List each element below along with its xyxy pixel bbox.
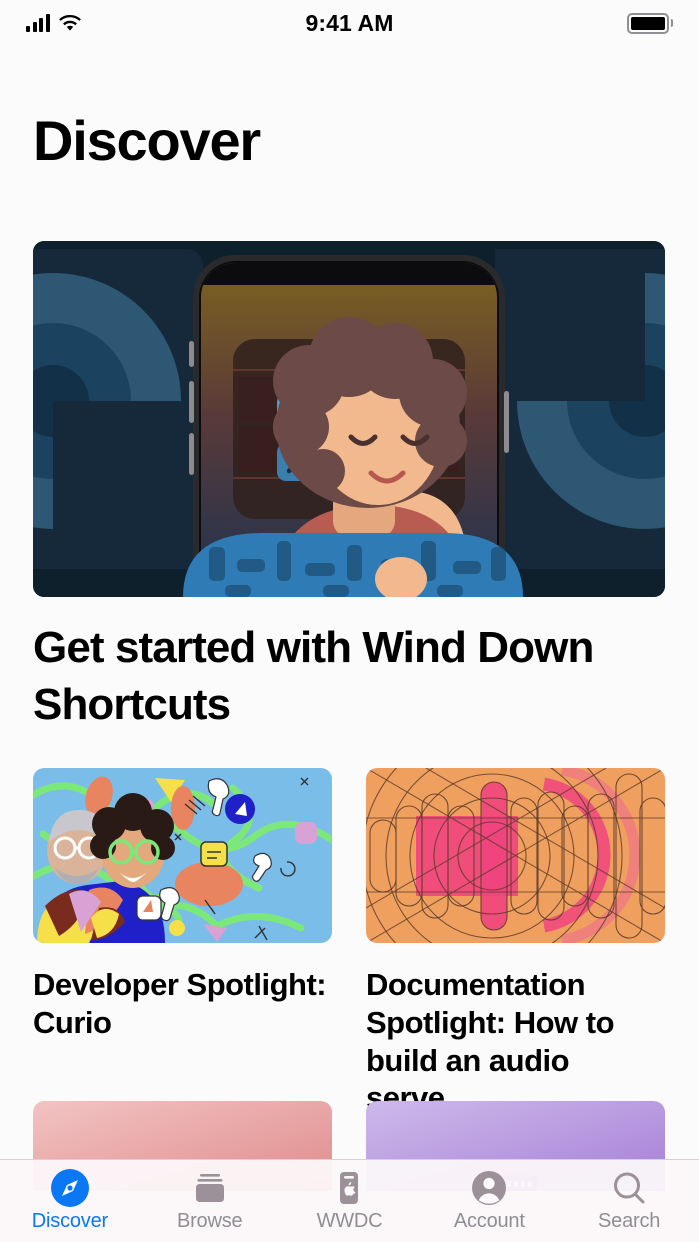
tab-wwdc[interactable]: WWDC	[280, 1160, 420, 1233]
status-bar-clock: 9:41 AM	[305, 9, 394, 36]
magnifier-icon	[609, 1169, 649, 1207]
tab-discover[interactable]: Discover	[0, 1160, 140, 1233]
card-documentation-spotlight[interactable]: Documentation Spotlight: How to build an…	[366, 768, 665, 1117]
tab-bar: Discover Browse WWDC Account Search	[0, 1159, 699, 1242]
tab-label: WWDC	[316, 1210, 383, 1232]
discover-feed: Get started with Wind Down Shortcuts Dev…	[0, 241, 699, 1191]
card-grid: Developer Spotlight: Curio Documentation…	[33, 768, 665, 1117]
page-title: Discover	[33, 109, 261, 172]
documents-stack-icon	[190, 1169, 230, 1207]
compass-icon	[50, 1169, 90, 1207]
tab-search[interactable]: Search	[559, 1160, 699, 1233]
tab-label: Discover	[31, 1210, 108, 1232]
wind-down-shortcuts-illustration	[33, 241, 665, 597]
card-title: Developer Spotlight: Curio	[33, 967, 327, 1040]
hero-card[interactable]	[33, 241, 665, 597]
curio-developer-collage	[33, 768, 332, 943]
hero-title[interactable]: Get started with Wind Down Shortcuts	[33, 619, 633, 733]
tab-account[interactable]: Account	[419, 1160, 559, 1233]
tab-label: Search	[598, 1210, 661, 1232]
status-bar: 9:41 AM	[0, 0, 699, 46]
apple-badge-icon	[329, 1169, 369, 1207]
card-title: Documentation Spotlight: How to build an…	[366, 967, 615, 1116]
app-screen: 9:41 AM Discover Get started with Wind D…	[0, 0, 699, 1242]
tab-label: Browse	[176, 1210, 243, 1232]
tab-label: Account	[453, 1210, 525, 1232]
tab-browse[interactable]: Browse	[140, 1160, 280, 1233]
person-circle-icon	[469, 1169, 509, 1207]
audio-server-geometric-artwork	[366, 768, 665, 943]
card-developer-spotlight[interactable]: Developer Spotlight: Curio	[33, 768, 332, 1117]
